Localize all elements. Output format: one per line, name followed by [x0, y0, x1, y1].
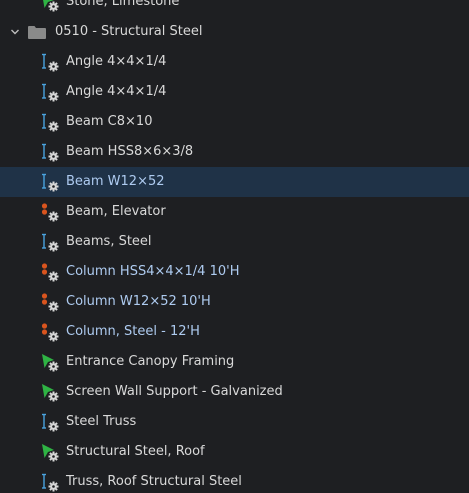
tree-item-label: Beam HSS8×6×3/8: [66, 144, 194, 159]
tree-item[interactable]: Column W12×52 10'H: [0, 287, 469, 317]
blue-member-gear-icon: [40, 142, 60, 162]
tree-item-label: Angle 4×4×1/4: [66, 54, 167, 69]
tree-item-label: Beam, Elevator: [66, 204, 166, 219]
green-flag-gear-icon: [40, 0, 60, 12]
green-flag-gear-icon: [40, 352, 60, 372]
chevron-down-icon[interactable]: [8, 25, 22, 39]
tree-item[interactable]: Beam, Elevator: [0, 197, 469, 227]
orange-dots-gear-icon: [40, 292, 60, 312]
orange-dots-gear-icon: [40, 262, 60, 282]
tree-item[interactable]: Angle 4×4×1/4: [0, 47, 469, 77]
blue-member-gear-icon: [40, 232, 60, 252]
tree-item-label: Entrance Canopy Framing: [66, 354, 235, 369]
tree-item-label: Stone, Limestone: [66, 0, 180, 9]
blue-member-gear-icon: [40, 112, 60, 132]
tree-item[interactable]: Angle 4×4×1/4: [0, 77, 469, 107]
tree-item[interactable]: Truss, Roof Structural Steel: [0, 467, 469, 493]
blue-member-gear-icon: [40, 472, 60, 492]
folder-icon: [28, 25, 46, 39]
tree-item[interactable]: Steel Truss: [0, 407, 469, 437]
tree-group-label: 0510 - Structural Steel: [55, 24, 203, 39]
blue-member-gear-icon: [40, 82, 60, 102]
tree-item-label: Column W12×52 10'H: [66, 294, 211, 309]
green-flag-gear-icon: [40, 442, 60, 462]
blue-member-gear-icon: [40, 172, 60, 192]
tree-item[interactable]: Beams, Steel: [0, 227, 469, 257]
tree-item-label: Angle 4×4×1/4: [66, 84, 167, 99]
tree-item-label: Column HSS4×4×1/4 10'H: [66, 264, 240, 279]
tree-item[interactable]: Screen Wall Support - Galvanized: [0, 377, 469, 407]
tree-item-label: Beam C8×10: [66, 114, 153, 129]
tree-item-label: Structural Steel, Roof: [66, 444, 205, 459]
tree-item[interactable]: Column HSS4×4×1/4 10'H: [0, 257, 469, 287]
blue-member-gear-icon: [40, 52, 60, 72]
tree-item[interactable]: Entrance Canopy Framing: [0, 347, 469, 377]
tree-item-label: Beam W12×52: [66, 174, 165, 189]
tree-item[interactable]: Column, Steel - 12'H: [0, 317, 469, 347]
tree-item-label: Screen Wall Support - Galvanized: [66, 384, 283, 399]
tree-item-partial[interactable]: Stone, Limestone: [0, 0, 469, 17]
green-flag-gear-icon: [40, 382, 60, 402]
tree-item[interactable]: Beam HSS8×6×3/8: [0, 137, 469, 167]
tree-item-label: Column, Steel - 12'H: [66, 324, 200, 339]
blue-member-gear-icon: [40, 412, 60, 432]
tree-group-structural-steel[interactable]: 0510 - Structural Steel: [0, 17, 469, 47]
object-tree: Stone, Limestone 0510 - Structural Steel…: [0, 0, 469, 493]
tree-item-label: Truss, Roof Structural Steel: [66, 474, 242, 489]
tree-item[interactable]: Beam W12×52: [0, 167, 469, 197]
tree-item-list: Angle 4×4×1/4 Angle 4×4×1/4 Beam C8×10 B…: [0, 47, 469, 493]
tree-item-label: Beams, Steel: [66, 234, 152, 249]
orange-dots-gear-icon: [40, 202, 60, 222]
orange-dots-gear-icon: [40, 322, 60, 342]
tree-item-label: Steel Truss: [66, 414, 137, 429]
tree-item[interactable]: Beam C8×10: [0, 107, 469, 137]
tree-item[interactable]: Structural Steel, Roof: [0, 437, 469, 467]
